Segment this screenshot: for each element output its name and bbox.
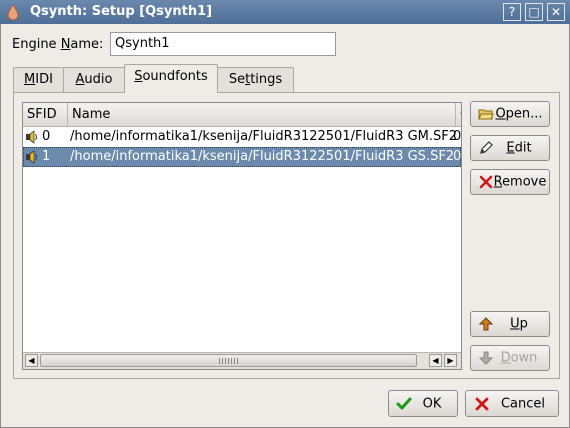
tab-midi[interactable]: MIDI xyxy=(13,67,64,92)
help-button[interactable]: ? xyxy=(503,3,521,21)
tab-settings[interactable]: Settings xyxy=(217,67,294,92)
cell-name: /home/informatika1/ksenija/FluidR3122501… xyxy=(70,149,455,164)
soundfont-speaker-icon xyxy=(26,150,37,164)
scrollbar-thumb[interactable] xyxy=(40,354,417,367)
cancel-button-label: Cancel xyxy=(500,396,546,411)
scroll-left-icon[interactable]: ◀ xyxy=(25,354,38,367)
down-button-label: Down xyxy=(500,350,538,366)
remove-button[interactable]: Remove xyxy=(470,169,550,195)
tab-audio[interactable]: Audio xyxy=(63,67,125,92)
window-title: Qsynth: Setup [Qsynth1] xyxy=(30,4,213,19)
soundfont-list[interactable]: SFID Name O 0 /home/informatika1/ksenija… xyxy=(22,102,462,370)
open-button-label: Open... xyxy=(495,106,543,122)
edit-button[interactable]: Edit xyxy=(470,135,550,161)
engine-name-label: Engine Name: xyxy=(12,37,104,52)
up-button-label: Up xyxy=(510,316,528,332)
ok-button-label: OK xyxy=(422,396,442,411)
cancel-button[interactable]: Cancel xyxy=(465,390,559,417)
tab-soundfonts[interactable]: Soundfonts xyxy=(124,64,218,93)
horizontal-scrollbar[interactable]: ◀ ◀ ▶ xyxy=(23,352,461,369)
down-button[interactable]: Down xyxy=(470,345,550,371)
ok-button[interactable]: OK xyxy=(388,390,458,417)
open-button[interactable]: Open... xyxy=(470,101,550,127)
cell-offset: 0 xyxy=(453,129,462,144)
scroll-right-icon[interactable]: ▶ xyxy=(444,354,457,367)
remove-button-label: Remove xyxy=(493,174,547,190)
title-bar[interactable]: Qsynth: Setup [Qsynth1] ? □ ✕ xyxy=(0,0,570,24)
cell-sfid: 1 xyxy=(42,149,51,164)
cell-name: /home/informatika1/ksenija/FluidR3122501… xyxy=(70,129,458,144)
table-row[interactable]: 0 /home/informatika1/ksenija/FluidR31225… xyxy=(23,127,461,147)
up-button[interactable]: Up xyxy=(470,311,550,337)
table-row-selected[interactable]: 1 /home/informatika1/ksenija/FluidR31225… xyxy=(23,147,461,167)
column-header-sfid[interactable]: SFID xyxy=(23,103,68,127)
column-header-offset[interactable]: O xyxy=(456,103,461,127)
soundfont-speaker-icon xyxy=(26,130,37,144)
grip-icon xyxy=(219,358,239,364)
close-window-button[interactable]: ✕ xyxy=(547,3,565,21)
engine-name-input[interactable]: Qsynth1 xyxy=(110,32,336,56)
edit-button-label: Edit xyxy=(506,140,532,156)
maximize-button[interactable]: □ xyxy=(525,3,543,21)
cell-offset: 0 xyxy=(453,149,462,164)
column-header-name[interactable]: Name xyxy=(68,103,456,127)
cell-sfid: 0 xyxy=(42,129,51,144)
qsynth-app-icon xyxy=(7,4,19,20)
scroll-left-end-icon[interactable]: ◀ xyxy=(429,354,442,367)
